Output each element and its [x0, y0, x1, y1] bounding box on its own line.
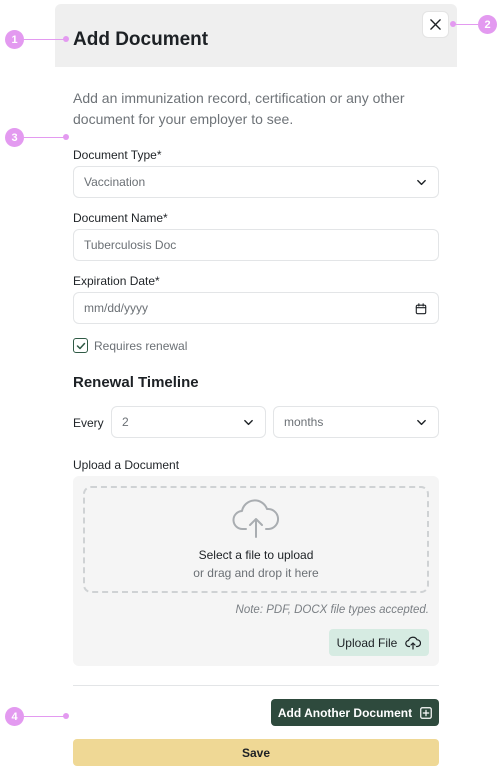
- close-button[interactable]: [423, 12, 448, 37]
- modal-title: Add Document: [73, 29, 209, 50]
- dropzone-subtitle: or drag and drop it here: [193, 566, 319, 580]
- expiration-date-input[interactable]: mm/dd/yyyy: [73, 292, 439, 324]
- renewal-interval-value: 2: [122, 415, 129, 429]
- expiration-date-label: Expiration Date*: [73, 274, 160, 288]
- upload-file-label: Upload File: [336, 635, 398, 650]
- renewal-unit-value: months: [284, 415, 324, 429]
- renewal-interval-select[interactable]: 2: [111, 406, 266, 438]
- annotation-line-4: [24, 716, 64, 717]
- chevron-down-icon: [417, 179, 426, 186]
- section-divider: [73, 685, 439, 686]
- add-another-document-label: Add Another Document: [277, 705, 413, 720]
- chevron-down-icon: [244, 419, 253, 426]
- document-name-placeholder: Tuberculosis Doc: [84, 238, 177, 252]
- upload-file-button[interactable]: Upload File: [329, 629, 429, 656]
- close-icon: [430, 19, 441, 30]
- annotation-marker-3: 3: [5, 128, 24, 147]
- expiration-date-placeholder: mm/dd/yyyy: [84, 301, 149, 315]
- requires-renewal-row[interactable]: Requires renewal: [73, 338, 187, 353]
- cloud-upload-icon: [405, 636, 422, 650]
- requires-renewal-label: Requires renewal: [94, 338, 188, 353]
- annotation-marker-1: 1: [5, 30, 24, 49]
- annotation-line-3: [24, 137, 64, 138]
- add-document-modal: Add Document Add an immunization record,…: [0, 0, 500, 783]
- file-type-note: Note: PDF, DOCX file types accepted.: [235, 604, 429, 616]
- save-button[interactable]: Save: [73, 739, 439, 766]
- plus-square-icon: [420, 706, 432, 719]
- annotation-dot-1: [63, 36, 69, 42]
- requires-renewal-checkbox[interactable]: [73, 338, 88, 353]
- add-another-document-button[interactable]: Add Another Document: [271, 699, 439, 726]
- cloud-upload-icon: [232, 499, 279, 538]
- modal-description: Add an immunization record, certificatio…: [73, 90, 405, 127]
- annotation-marker-4: 4: [5, 707, 24, 726]
- annotation-dot-3: [63, 134, 69, 140]
- document-name-label: Document Name*: [73, 211, 168, 225]
- document-name-input[interactable]: Tuberculosis Doc: [73, 229, 439, 261]
- every-label: Every: [73, 416, 104, 430]
- annotation-dot-4: [63, 713, 69, 719]
- renewal-timeline-title: Renewal Timeline: [73, 374, 199, 391]
- upload-label: Upload a Document: [73, 458, 180, 472]
- calendar-icon[interactable]: [415, 303, 427, 315]
- chevron-down-icon: [417, 419, 426, 426]
- document-type-select[interactable]: Vaccination: [73, 166, 439, 198]
- annotation-marker-2: 2: [478, 15, 497, 34]
- checkmark-icon: [76, 342, 85, 349]
- save-label: Save: [241, 745, 271, 760]
- document-type-label: Document Type*: [73, 148, 162, 162]
- document-type-value: Vaccination: [84, 175, 146, 189]
- dropzone-title: Select a file to upload: [198, 548, 314, 562]
- annotation-line-1: [24, 39, 64, 40]
- annotation-dot-2: [450, 21, 456, 27]
- renewal-unit-select[interactable]: months: [273, 406, 439, 438]
